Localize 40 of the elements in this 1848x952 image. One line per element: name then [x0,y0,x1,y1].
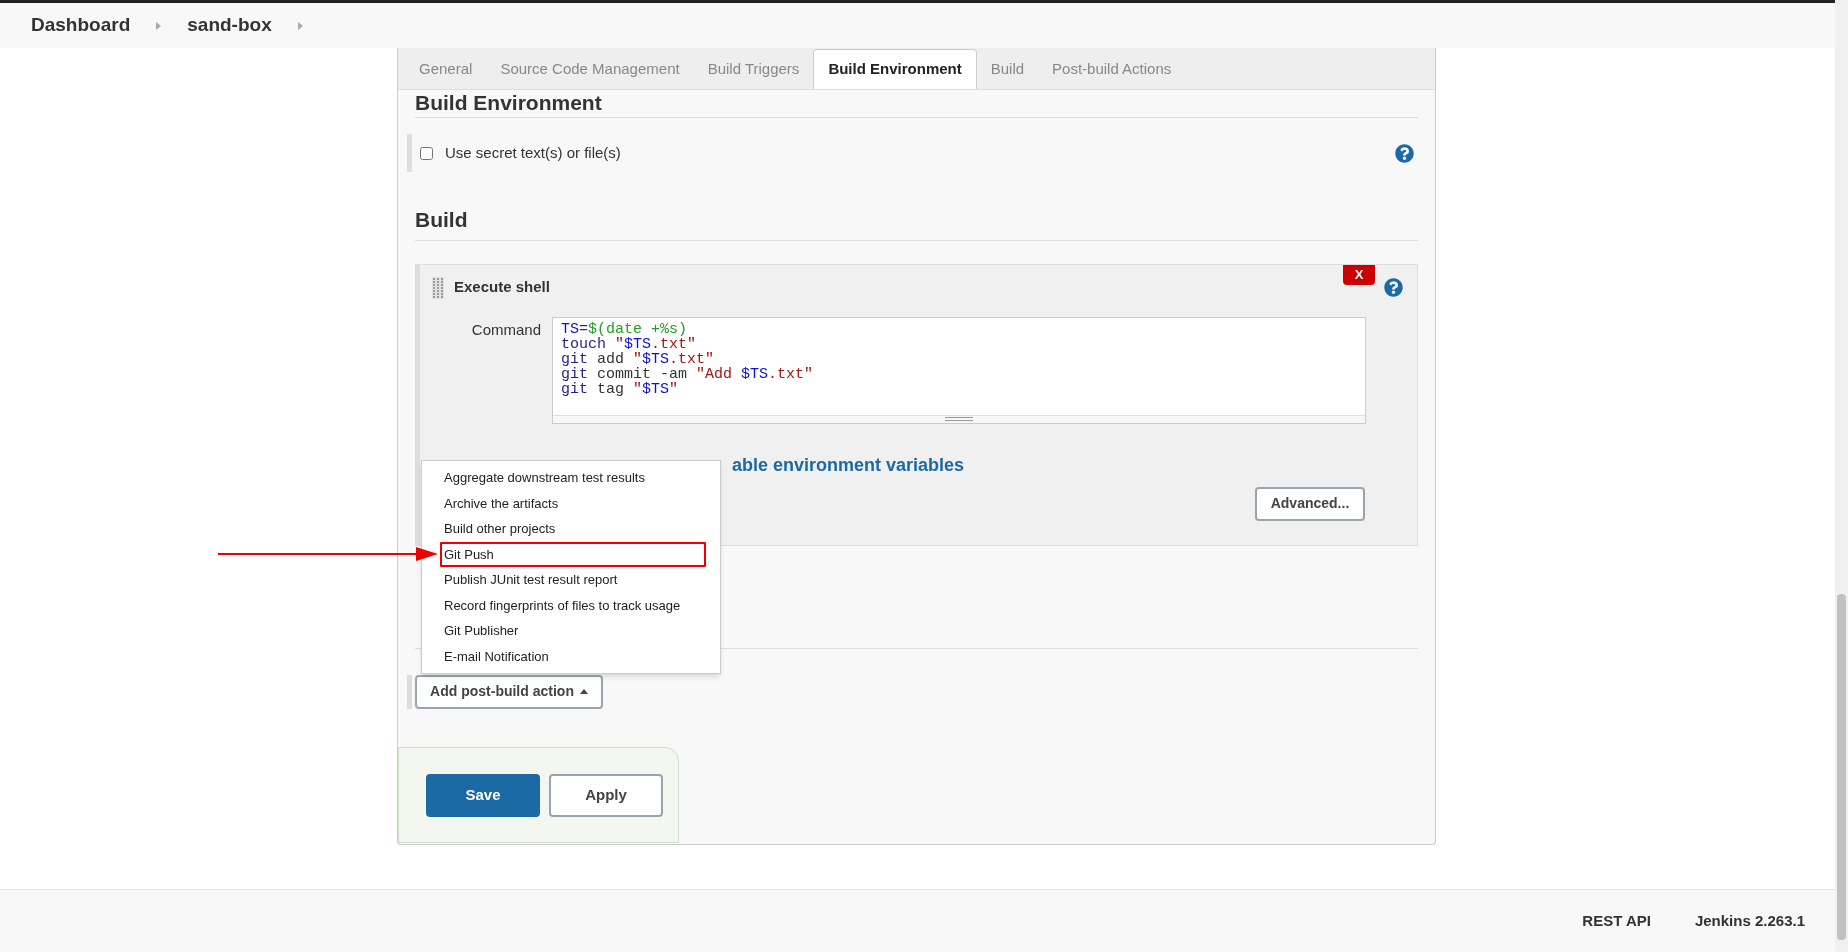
help-icon[interactable] [1395,143,1414,163]
footer-link[interactable]: REST API [1582,909,1651,933]
delete-button[interactable]: X [1343,264,1375,285]
drag-handle-icon[interactable] [432,276,444,299]
code-line: git tag "$TS" [561,381,679,397]
add-post-build-button[interactable]: Add post-build action [415,674,603,709]
code-line: touch "$TS.txt" [561,336,697,352]
tab[interactable]: Build Environment [813,49,977,89]
menu-item[interactable]: Git Push [440,541,706,567]
save-button[interactable]: Save [426,773,540,817]
env-variables-link[interactable]: able environment variables [732,454,965,475]
advanced-button[interactable]: Advanced... [1255,486,1365,521]
menu-item[interactable]: Aggregate downstream test results [440,465,702,491]
resize-handle-icon[interactable] [945,417,973,421]
code-line: git add "$TS.txt" [561,351,715,367]
caret-up-icon [579,689,588,694]
menu-item[interactable]: Record fingerprints of files to track usage [440,592,702,618]
step-title: Execute shell [454,277,550,298]
code-line: git commit -am "Add $TS.txt" [561,366,814,382]
chevron-right-icon [297,21,303,30]
scrollbar[interactable] [1835,0,1848,952]
footer-link[interactable]: Jenkins 2.263.1 [1694,909,1805,933]
command-field[interactable]: TS=$(date +%s) touch "$TS.txt" git add "$TS.txt" git commit -am "Add $TS.txt" git tag "$TS" [552,316,1366,424]
code-line: TS=$(date +%s) [561,321,688,337]
menu-item[interactable]: Build other projects [440,516,702,542]
chevron-right-icon [156,21,162,30]
scrollbar-thumb[interactable] [1837,594,1846,940]
section-heading: Build Environment [415,90,1418,118]
breadcrumb-link[interactable]: Dashboard [31,11,131,40]
section-heading: Build [415,204,1418,241]
menu-item[interactable]: Git Publisher [440,618,702,644]
option-label: Use secret text(s) or file(s) [445,142,621,163]
breadcrumb-link[interactable]: sand-box [187,11,272,40]
apply-button[interactable]: Apply [549,773,663,817]
menu-item[interactable]: Publish JUnit test result report [440,567,702,593]
menu-item[interactable]: E-mail Notification [440,643,702,669]
field-label: Command [470,319,542,340]
help-icon[interactable] [1384,278,1403,297]
menu-item[interactable]: Archive the artifacts [440,490,702,516]
checkbox[interactable] [420,146,433,160]
